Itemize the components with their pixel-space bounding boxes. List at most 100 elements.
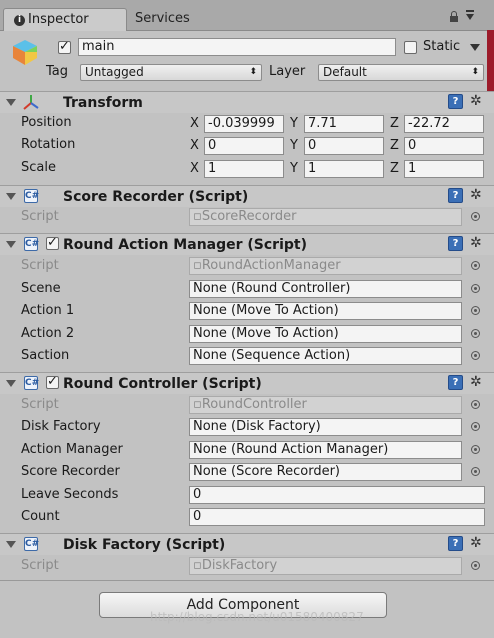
round-controller-enabled-checkbox[interactable] — [46, 374, 59, 389]
score-recorder-field[interactable]: None (Score Recorder) — [189, 463, 462, 481]
transform-axes-icon — [23, 95, 39, 110]
scale-x-label[interactable]: X — [190, 161, 199, 177]
layer-label: Layer — [269, 64, 306, 79]
object-picker-icon[interactable] — [471, 212, 480, 221]
transform-foldout-icon[interactable] — [6, 99, 16, 106]
action2-label: Action 2 — [21, 326, 75, 341]
rotation-x-field[interactable]: 0 — [204, 137, 284, 155]
object-picker-icon[interactable] — [471, 445, 480, 454]
tab-inspector[interactable]: i Inspector — [3, 8, 127, 31]
active-checkbox[interactable] — [58, 39, 71, 54]
script-label: Script — [21, 209, 59, 224]
help-icon[interactable]: ? — [448, 94, 463, 109]
disk-factory-foldout-icon[interactable] — [6, 541, 16, 548]
script-label: Script — [21, 258, 59, 273]
lock-icon[interactable] — [450, 11, 458, 22]
tab-menu-icon[interactable] — [466, 14, 474, 20]
help-icon[interactable]: ? — [448, 536, 463, 551]
script-field: ▫DiskFactory — [189, 557, 462, 575]
script-field: ▫RoundController — [189, 396, 462, 414]
score-recorder-foldout-icon[interactable] — [6, 193, 16, 200]
saction-field[interactable]: None (Sequence Action) — [189, 347, 462, 365]
rotation-x-label[interactable]: X — [190, 138, 199, 154]
script-label: Script — [21, 558, 59, 573]
action-manager-label: Action Manager — [21, 442, 123, 457]
transform-title: Transform — [63, 95, 143, 111]
scale-y-field[interactable]: 1 — [304, 160, 384, 178]
tab-inspector-label: Inspector — [28, 12, 89, 27]
disk-factory-title: Disk Factory (Script) — [63, 537, 226, 553]
divider — [0, 580, 494, 581]
scale-x-field[interactable]: 1 — [204, 160, 284, 178]
object-picker-icon[interactable] — [471, 329, 480, 338]
round-action-manager-enabled-checkbox[interactable] — [46, 235, 59, 250]
rotation-y-field[interactable]: 0 — [304, 137, 384, 155]
script-field: ▫RoundActionManager — [189, 257, 462, 275]
gear-icon[interactable]: ✲ — [470, 536, 482, 551]
gameobject-cube-icon — [13, 40, 37, 65]
gear-icon[interactable]: ✲ — [470, 375, 482, 390]
position-z-field[interactable]: -22.72 — [404, 115, 484, 133]
tag-dropdown[interactable]: Untagged ⬍ — [80, 64, 262, 81]
script-label: Script — [21, 397, 59, 412]
tag-value: Untagged — [85, 65, 144, 79]
count-field[interactable]: 0 — [189, 508, 485, 526]
disk-factory-label: Disk Factory — [21, 419, 101, 434]
position-y-field[interactable]: 7.71 — [304, 115, 384, 133]
scene-field[interactable]: None (Round Controller) — [189, 280, 462, 298]
position-z-label[interactable]: Z — [390, 116, 399, 132]
round-controller-foldout-icon[interactable] — [6, 380, 16, 387]
scale-z-field[interactable]: 1 — [404, 160, 484, 178]
rotation-y-label[interactable]: Y — [290, 138, 298, 154]
object-picker-icon[interactable] — [471, 422, 480, 431]
position-x-field[interactable]: -0.039999 — [204, 115, 284, 133]
object-picker-icon[interactable] — [471, 261, 480, 270]
static-dropdown-icon[interactable] — [470, 44, 480, 51]
object-picker-icon[interactable] — [471, 351, 480, 360]
script-file-icon: ▫ — [193, 258, 202, 273]
script-icon: C# — [24, 537, 40, 551]
rotation-z-label[interactable]: Z — [390, 138, 399, 154]
action2-field[interactable]: None (Move To Action) — [189, 325, 462, 343]
action1-field[interactable]: None (Move To Action) — [189, 302, 462, 320]
leave-seconds-field[interactable]: 0 — [189, 486, 485, 504]
tab-services[interactable]: Services — [135, 8, 190, 30]
gear-icon[interactable]: ✲ — [470, 236, 482, 251]
script-icon: C# — [24, 189, 40, 203]
position-x-label[interactable]: X — [190, 116, 199, 132]
object-picker-icon[interactable] — [471, 467, 480, 476]
scale-label: Scale — [21, 160, 56, 175]
script-file-icon: ▫ — [193, 558, 202, 573]
object-picker-icon[interactable] — [471, 400, 480, 409]
round-action-manager-foldout-icon[interactable] — [6, 241, 16, 248]
gear-icon[interactable]: ✲ — [470, 94, 482, 109]
saction-label: Saction — [21, 348, 70, 363]
help-icon[interactable]: ? — [448, 236, 463, 251]
position-label: Position — [21, 115, 72, 130]
script-value: RoundController — [201, 397, 307, 412]
rotation-z-field[interactable]: 0 — [404, 137, 484, 155]
watermark: http://blog.csdn.net/u01580400827 — [150, 610, 364, 624]
static-checkbox[interactable] — [404, 41, 417, 54]
gear-icon[interactable]: ✲ — [470, 188, 482, 203]
script-icon: C# — [24, 376, 40, 390]
layer-value: Default — [323, 65, 367, 79]
tab-bar: i Inspector Services — [0, 0, 494, 31]
help-icon[interactable]: ? — [448, 375, 463, 390]
rotation-label: Rotation — [21, 137, 76, 152]
script-icon: C# — [24, 237, 40, 251]
disk-factory-field[interactable]: None (Disk Factory) — [189, 418, 462, 436]
layer-dropdown[interactable]: Default ⬍ — [318, 64, 484, 81]
object-picker-icon[interactable] — [471, 306, 480, 315]
tag-label: Tag — [46, 64, 69, 79]
object-name-field[interactable]: main — [78, 38, 396, 56]
object-picker-icon[interactable] — [471, 284, 480, 293]
score-recorder-label: Score Recorder — [21, 464, 120, 479]
scale-z-label[interactable]: Z — [390, 161, 399, 177]
scale-y-label[interactable]: Y — [290, 161, 298, 177]
script-value: DiskFactory — [201, 558, 278, 573]
action-manager-field[interactable]: None (Round Action Manager) — [189, 441, 462, 459]
help-icon[interactable]: ? — [448, 188, 463, 203]
object-picker-icon[interactable] — [471, 561, 480, 570]
position-y-label[interactable]: Y — [290, 116, 298, 132]
